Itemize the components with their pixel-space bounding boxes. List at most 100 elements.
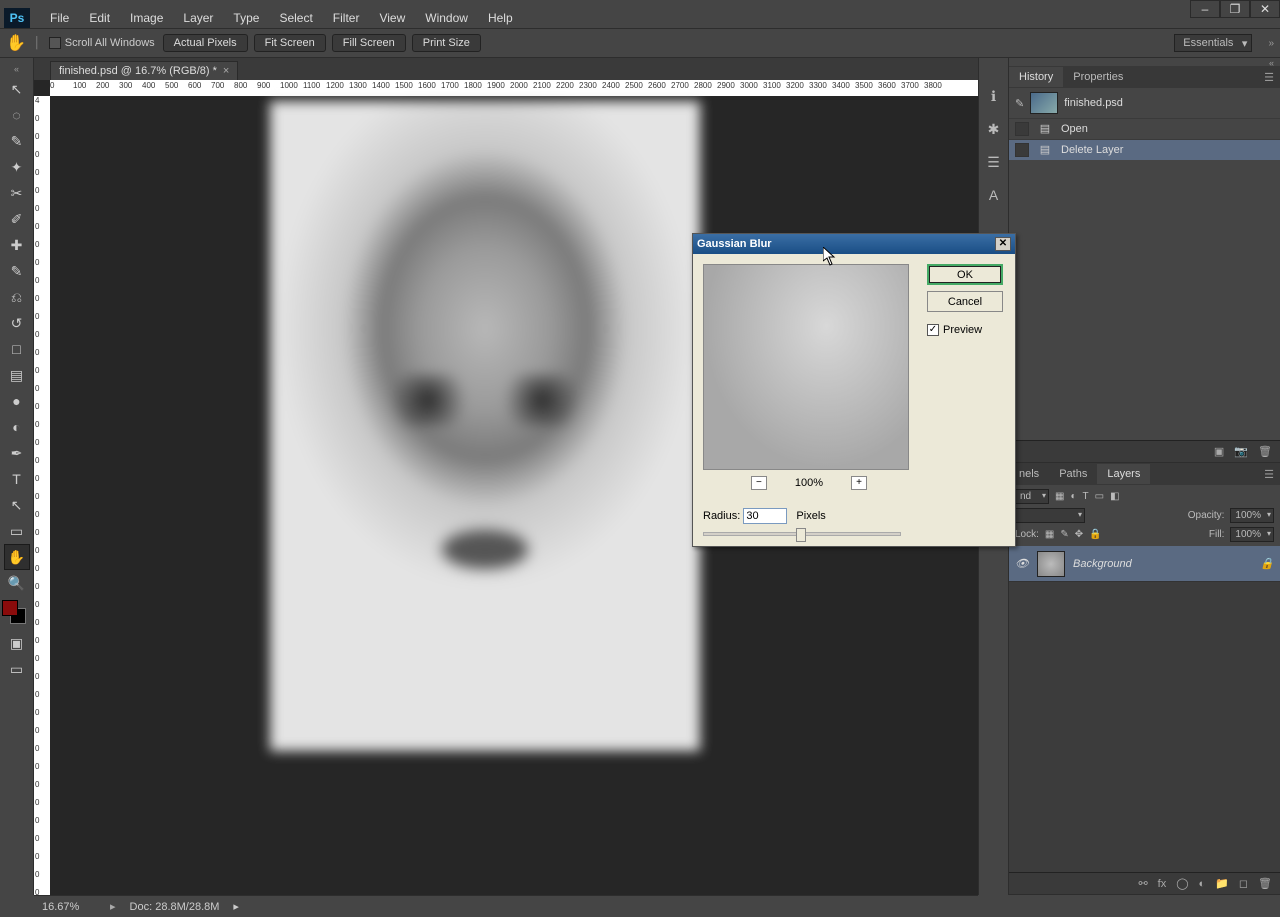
hand-tool[interactable]: ✋ [4, 544, 30, 570]
screenmode-icon[interactable]: ▭ [4, 656, 30, 682]
radius-slider[interactable] [703, 532, 901, 536]
blur-tool[interactable]: ● [4, 388, 30, 414]
tab-history[interactable]: History [1009, 67, 1063, 87]
dock-icon-1[interactable]: ✱ [988, 121, 1000, 138]
eraser-tool[interactable]: □ [4, 336, 30, 362]
crop-tool[interactable]: ✂ [4, 180, 30, 206]
tab-layers[interactable]: Layers [1097, 464, 1150, 484]
history-step[interactable]: ▤Open [1009, 118, 1280, 139]
dodge-tool[interactable]: ◐ [4, 414, 30, 440]
move-tool[interactable]: ↖ [4, 76, 30, 102]
close-tab-icon[interactable]: × [223, 65, 229, 77]
shape-tool[interactable]: ▭ [4, 518, 30, 544]
gradient-tool[interactable]: ▤ [4, 362, 30, 388]
lock-all-icon[interactable]: 🔒 [1089, 529, 1101, 540]
marquee-tool[interactable]: ◌ [4, 102, 30, 128]
status-menu-icon[interactable]: ▸ [233, 900, 239, 913]
workspace-switcher[interactable]: Essentials [1174, 34, 1252, 52]
pen-tool[interactable]: ✒ [4, 440, 30, 466]
menu-layer[interactable]: Layer [173, 11, 223, 25]
stamp-tool[interactable]: ⎌ [4, 284, 30, 310]
wand-tool[interactable]: ✦ [4, 154, 30, 180]
filter-pixel-icon[interactable]: ▦ [1055, 491, 1064, 502]
print-size-button[interactable]: Print Size [412, 34, 481, 52]
toolbox-collapse-icon[interactable]: « [14, 64, 19, 74]
quickmask-icon[interactable]: ▣ [4, 630, 30, 656]
window-minimize[interactable]: – [1190, 0, 1220, 18]
panel-collapse-icon[interactable]: « [1009, 58, 1280, 66]
dialog-close-button[interactable]: ✕ [995, 237, 1011, 251]
blend-mode-dropdown[interactable] [1015, 508, 1085, 523]
heal-tool[interactable]: ✚ [4, 232, 30, 258]
dock-icon-3[interactable]: A [989, 187, 998, 203]
menu-select[interactable]: Select [269, 11, 322, 25]
menu-edit[interactable]: Edit [79, 11, 120, 25]
layer-mask-icon[interactable]: ◯ [1176, 877, 1188, 890]
color-swatches[interactable] [2, 600, 32, 630]
panel-menu-icon[interactable]: ☰ [1258, 71, 1280, 84]
zoom-tool[interactable]: 🔍 [4, 570, 30, 596]
path-sel-tool[interactable]: ↖ [4, 492, 30, 518]
zoom-in-button[interactable]: + [851, 476, 867, 490]
tab-properties[interactable]: Properties [1063, 67, 1133, 87]
collapse-right-icon[interactable]: » [1268, 38, 1274, 49]
ok-button[interactable]: OK [927, 264, 1003, 285]
menu-help[interactable]: Help [478, 11, 523, 25]
delete-state-icon[interactable]: 🗑 [1258, 445, 1272, 458]
window-close[interactable]: ✕ [1250, 0, 1280, 18]
new-snapshot-icon[interactable]: ▣ [1214, 445, 1224, 458]
panel-menu-icon[interactable]: ☰ [1258, 468, 1280, 481]
radius-slider-thumb[interactable] [796, 528, 806, 542]
history-brush-tool[interactable]: ↺ [4, 310, 30, 336]
filter-adjust-icon[interactable]: ◐ [1070, 491, 1076, 502]
tab-paths[interactable]: Paths [1049, 464, 1097, 484]
menu-image[interactable]: Image [120, 11, 173, 25]
menu-type[interactable]: Type [223, 11, 269, 25]
delete-layer-icon[interactable]: 🗑 [1258, 877, 1272, 890]
adjustment-layer-icon[interactable]: ◐ [1199, 878, 1206, 890]
filter-type-icon[interactable]: T [1083, 491, 1089, 502]
filter-shape-icon[interactable]: ▭ [1095, 491, 1104, 502]
type-tool[interactable]: T [4, 466, 30, 492]
menu-filter[interactable]: Filter [323, 11, 370, 25]
actual-pixels-button[interactable]: Actual Pixels [163, 34, 248, 52]
preview-checkbox[interactable]: ✓ Preview [927, 324, 1005, 336]
new-layer-icon[interactable]: ◻ [1239, 877, 1248, 890]
filter-smart-icon[interactable]: ◧ [1110, 491, 1119, 502]
dialog-preview[interactable] [703, 264, 909, 470]
dock-icon-2[interactable]: ☰ [987, 154, 1000, 171]
cancel-button[interactable]: Cancel [927, 291, 1003, 312]
menu-file[interactable]: File [40, 11, 79, 25]
zoom-out-button[interactable]: − [751, 476, 767, 490]
new-document-from-state-icon[interactable]: 📷 [1234, 445, 1248, 458]
fill-screen-button[interactable]: Fill Screen [332, 34, 406, 52]
window-maximize[interactable]: ❐ [1220, 0, 1250, 18]
menu-window[interactable]: Window [415, 11, 478, 25]
lock-pixels-icon[interactable]: ✎ [1060, 529, 1068, 540]
layer-row[interactable]: 👁Background🔒 [1009, 546, 1280, 582]
foreground-color-swatch[interactable] [2, 600, 18, 616]
zoom-level[interactable]: 16.67% [42, 901, 96, 913]
lock-transparent-icon[interactable]: ▦ [1045, 529, 1054, 540]
radius-input[interactable] [743, 508, 787, 524]
layer-group-icon[interactable]: 📁 [1215, 877, 1229, 890]
lasso-tool[interactable]: ✎ [4, 128, 30, 154]
scroll-all-windows-checkbox[interactable]: Scroll All Windows [49, 37, 155, 49]
link-layers-icon[interactable]: ⚯ [1138, 877, 1147, 890]
fill-field[interactable]: 100% [1230, 527, 1274, 542]
history-step[interactable]: ▤Delete Layer [1009, 139, 1280, 160]
fit-screen-button[interactable]: Fit Screen [254, 34, 326, 52]
opacity-field[interactable]: 100% [1230, 508, 1274, 523]
status-popup-icon[interactable]: ▸ [110, 900, 116, 913]
brush-tool[interactable]: ✎ [4, 258, 30, 284]
history-source-file[interactable]: ✎ finished.psd [1009, 88, 1280, 118]
dock-icon-0[interactable]: ℹ [991, 88, 996, 105]
layer-visibility-icon[interactable]: 👁 [1015, 557, 1029, 571]
document-tab[interactable]: finished.psd @ 16.7% (RGB/8) * × [50, 61, 238, 80]
lock-position-icon[interactable]: ✥ [1075, 529, 1083, 540]
menu-view[interactable]: View [369, 11, 415, 25]
eyedrop-tool[interactable]: ✐ [4, 206, 30, 232]
layer-fx-icon[interactable]: fx [1158, 878, 1167, 890]
layer-kind-filter[interactable]: nd [1015, 489, 1049, 504]
dialog-titlebar[interactable]: Gaussian Blur ✕ [693, 234, 1015, 254]
